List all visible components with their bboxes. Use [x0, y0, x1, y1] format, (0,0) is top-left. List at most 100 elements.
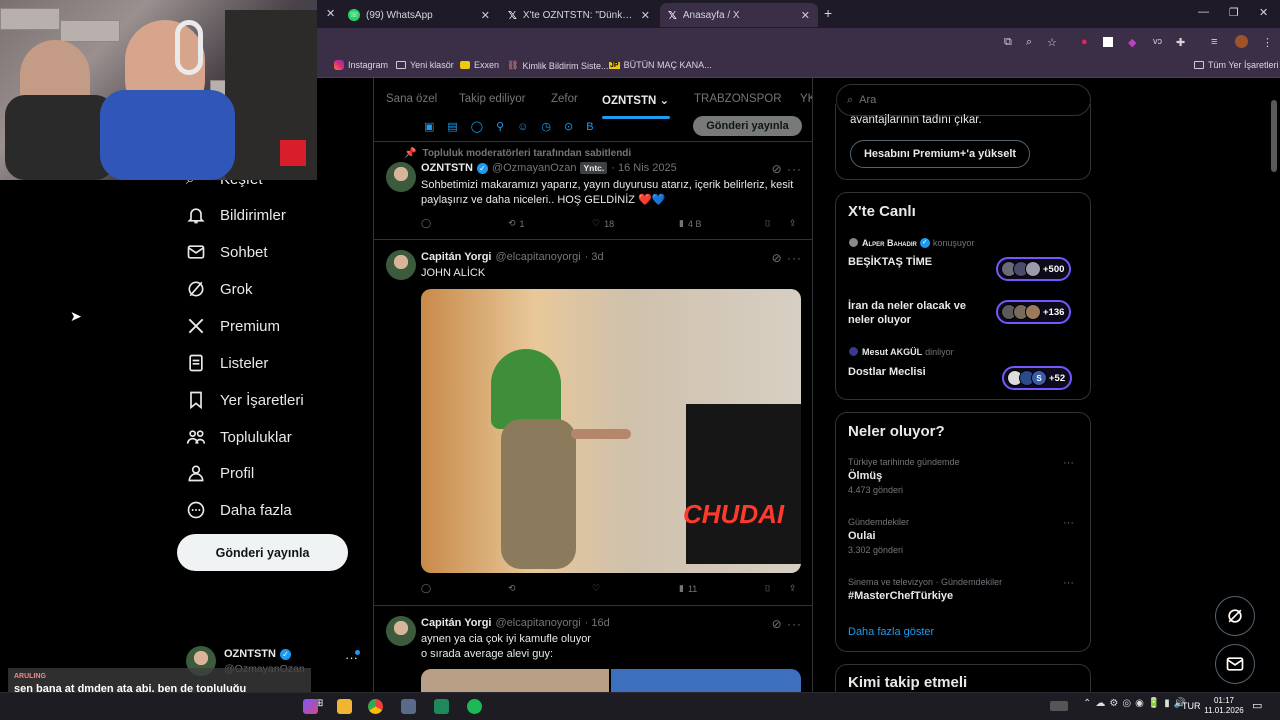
tweet-text: aynen ya cia çok iyi kamufle oluyor o sı… [421, 633, 591, 660]
live-listeners-pill[interactable]: +500 [996, 257, 1072, 281]
install-icon[interactable]: ⧉ [1004, 36, 1012, 49]
composer-post-button[interactable]: Gönderi yayınla [693, 116, 802, 136]
extension-icon[interactable]: ● [1081, 36, 1088, 48]
tweet-pinned[interactable]: 📌 Topluluk moderatörleri tarafından sabi… [374, 142, 812, 240]
grok-icon[interactable]: ⊘ ··· [772, 162, 802, 176]
trend-item[interactable]: Gündemdekiler Oulai 3.302 gönderi ··· [848, 517, 1080, 565]
live-listeners-pill[interactable]: S +52 [1002, 366, 1073, 390]
extension-icon[interactable] [1103, 37, 1113, 47]
sidebar-item-profile[interactable]: Profil [186, 458, 254, 488]
extension-icon[interactable]: vɔ [1153, 36, 1162, 46]
spotify-icon[interactable] [467, 699, 482, 714]
bookmark-icon[interactable]: ⌷ [765, 218, 770, 229]
tab-following[interactable]: Takip ediliyor [459, 93, 525, 105]
like-button[interactable]: ♡ 18 [592, 218, 614, 229]
avatar [1025, 304, 1041, 320]
media-icon[interactable]: ≡ [1211, 36, 1217, 48]
avatar[interactable] [386, 616, 416, 646]
share-icon[interactable]: ⇪ [789, 583, 797, 594]
puzzle-icon[interactable]: ✚ [1176, 36, 1185, 49]
restore-button[interactable]: ❐ [1229, 6, 1239, 19]
repost-button[interactable]: ⟲ 1 [508, 218, 525, 229]
tab-yk[interactable]: YK [800, 93, 812, 105]
close-tab-icon[interactable]: ✕ [326, 7, 335, 20]
avatar[interactable] [386, 162, 416, 192]
trend-item[interactable]: Sinema ve televizyon · Gündemdekiler #Ma… [848, 577, 1080, 611]
tab-x-home[interactable]: 𝕏 Anasayfa / X ✕ [660, 3, 818, 27]
close-tab-icon[interactable]: ✕ [801, 9, 810, 22]
reply-icon[interactable]: ◯ [421, 218, 431, 229]
post-button[interactable]: Gönderi yayınla [177, 534, 348, 571]
live-space-title[interactable]: Dostlar Meclisi [848, 366, 926, 378]
grok-floating-button[interactable] [1215, 596, 1255, 636]
premium-upgrade-button[interactable]: Hesabını Premium+'a yükselt [850, 140, 1030, 168]
repost-icon[interactable]: ⟲ [508, 583, 516, 594]
tab-trabzonspor[interactable]: TRABZONSPOR [694, 93, 782, 105]
chrome-icon[interactable] [368, 699, 383, 714]
composer-icons[interactable]: ▣▤◯⚲☺◷⊙B [424, 120, 607, 133]
bookmark-folder[interactable]: Yeni klasör [396, 60, 454, 70]
sidebar-item-bookmarks[interactable]: Yer İşaretleri [186, 385, 304, 415]
close-tab-icon[interactable]: ✕ [641, 9, 650, 22]
notification-icon[interactable]: ▭ [1252, 699, 1262, 712]
share-icon[interactable]: ⇪ [789, 218, 797, 229]
tab-whatsapp[interactable]: ☏ (99) WhatsApp ✕ [340, 3, 498, 27]
sidebar-item-more[interactable]: Daha fazla [186, 495, 292, 525]
bookmark-instagram[interactable]: Instagram [334, 60, 388, 70]
app-icon[interactable] [434, 699, 449, 714]
copilot-icon[interactable] [303, 699, 318, 714]
file-explorer-icon[interactable] [337, 699, 352, 714]
avatar[interactable] [386, 250, 416, 280]
close-tab-icon[interactable]: ✕ [481, 9, 490, 22]
app-icon[interactable] [401, 699, 416, 714]
sidebar-item-grok[interactable]: Grok [186, 274, 253, 304]
close-window-button[interactable]: ✕ [1259, 6, 1268, 19]
mail-icon [187, 245, 205, 259]
more-dots-icon[interactable]: ··· [1063, 517, 1074, 529]
tab-zefor[interactable]: Zefor [551, 93, 578, 105]
show-more-link[interactable]: Daha fazla göster [848, 626, 934, 638]
messages-floating-button[interactable] [1215, 644, 1255, 684]
bookmark-icon[interactable]: ⌷ [765, 583, 770, 594]
clock[interactable]: 01:17 11.01.2026 [1202, 696, 1246, 716]
heart-icon[interactable]: ♡ [592, 583, 600, 594]
bookmark-exxen[interactable]: Exxen [460, 60, 499, 70]
grok-icon[interactable]: ⊘ ··· [772, 251, 802, 265]
tray-icons[interactable]: ⌃☁⚙◎◉🔋▮🔊 [1083, 698, 1190, 709]
tab-x-post[interactable]: 𝕏 X'te OZNTSTN: "Dünkü yayının ✕ [500, 3, 658, 27]
tweet[interactable]: Capitán Yorgi @elcapitanoyorgi · 3d ⊘ ··… [374, 241, 812, 606]
sidebar-item-communities[interactable]: Topluluklar [186, 422, 292, 452]
live-listeners-pill[interactable]: +136 [996, 300, 1072, 324]
sidebar-item-notifications[interactable]: Bildirimler [186, 200, 286, 230]
sidebar-item-lists[interactable]: Listeler [186, 348, 268, 378]
exxen-icon [460, 61, 470, 69]
tab-for-you[interactable]: Sana özel [386, 93, 437, 105]
language-indicator[interactable]: TUR [1182, 701, 1201, 711]
trend-item[interactable]: Türkiye tarihinde gündemde Ölmüş 4.473 g… [848, 457, 1080, 505]
more-dots-icon[interactable]: ··· [1063, 577, 1074, 589]
zoom-icon[interactable]: ⌕ [1026, 36, 1032, 49]
tray-app-icon[interactable] [1050, 701, 1068, 711]
live-space-title[interactable]: BEŞİKTAŞ TİME [848, 256, 932, 268]
extension-icon[interactable]: ◆ [1128, 36, 1136, 49]
grok-icon[interactable]: ⊘ ··· [772, 617, 802, 631]
new-tab-button[interactable]: + [824, 5, 832, 21]
bookmark-kimlik[interactable]: ⛓ Kimlik Bildirim Siste... [507, 60, 608, 71]
minimize-button[interactable]: — [1198, 6, 1209, 18]
page-scrollbar[interactable] [1271, 100, 1277, 172]
views-button[interactable]: ▮ 11 [679, 583, 697, 594]
profile-avatar[interactable] [1235, 35, 1248, 48]
tweet-header: Capitán Yorgi @elcapitanoyorgi · 3d [421, 251, 604, 263]
live-space-title[interactable]: İran da neler olacak ve neler oluyor [848, 299, 988, 327]
reply-icon[interactable]: ◯ [421, 583, 431, 594]
sidebar-item-premium[interactable]: Premium [186, 311, 280, 341]
tab-ozntstn[interactable]: OZNTSTN ⌄ [602, 93, 669, 107]
star-icon[interactable]: ☆ [1047, 36, 1057, 49]
bookmark-mac[interactable]: JP BÜTÜN MAÇ KANA... [609, 60, 712, 70]
sidebar-item-chat[interactable]: Sohbet [186, 237, 268, 267]
more-dots-icon[interactable]: ··· [1063, 457, 1074, 469]
menu-icon[interactable]: ⋮ [1262, 36, 1273, 49]
all-bookmarks[interactable]: Tüm Yer İşaretleri [1194, 60, 1279, 70]
views-button[interactable]: ▮ 4 B [679, 218, 701, 229]
tweet-image[interactable]: CHUDAI [421, 289, 801, 573]
